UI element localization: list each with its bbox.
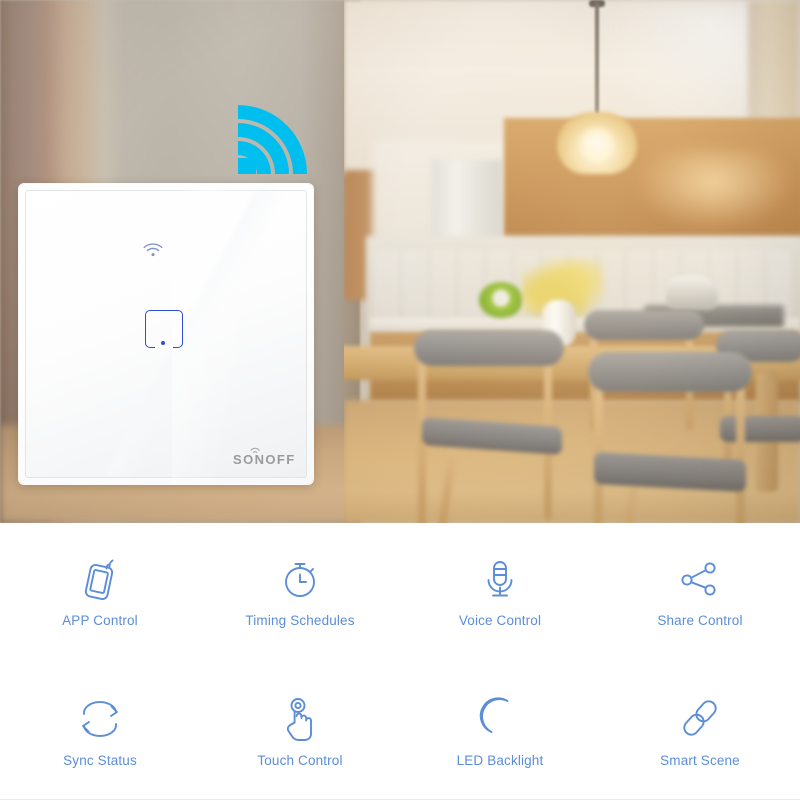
feature-item-voice-control[interactable]: Voice Control [400, 551, 600, 661]
stopwatch-icon [279, 551, 321, 607]
pendant-bulb-glow [580, 128, 614, 162]
feature-item-led-backlight[interactable]: LED Backlight [400, 691, 600, 801]
product-marketing-page: SONOFF APP Control Timing Schedules Voic… [0, 0, 800, 800]
feature-label: Smart Scene [660, 753, 740, 768]
kitchen-scene [344, 0, 800, 523]
feature-label: APP Control [62, 613, 138, 628]
feature-item-timing-schedules[interactable]: Timing Schedules [200, 551, 400, 661]
feature-label: LED Backlight [456, 753, 544, 768]
share-nodes-icon [677, 551, 723, 607]
sync-arrows-icon [76, 691, 124, 747]
green-bowl [479, 282, 523, 318]
feature-label: Share Control [657, 613, 743, 628]
svg-text:SONOFF: SONOFF [233, 452, 296, 466]
phone-signal-icon [79, 551, 121, 607]
microphone-icon [479, 551, 521, 607]
hero-photo: SONOFF [0, 0, 800, 523]
hand-tap-icon [278, 691, 322, 747]
chain-link-icon [678, 691, 722, 747]
dining-chair [404, 330, 574, 523]
dining-chair [574, 352, 764, 523]
feature-label: Touch Control [257, 753, 343, 768]
wifi-broadcast-icon [236, 98, 320, 174]
feature-label: Timing Schedules [245, 613, 355, 628]
feature-item-touch-control[interactable]: Touch Control [200, 691, 400, 801]
feature-label: Sync Status [63, 753, 137, 768]
crescent-moon-icon [479, 691, 521, 747]
feature-item-sync-status[interactable]: Sync Status [0, 691, 200, 801]
sonoff-logo-icon: SONOFF [233, 446, 309, 467]
feature-item-app-control[interactable]: APP Control [0, 551, 200, 661]
panel-gloss-reflection [171, 184, 313, 484]
feature-item-smart-scene[interactable]: Smart Scene [600, 691, 800, 801]
feature-item-share-control[interactable]: Share Control [600, 551, 800, 661]
touch-key-led-dot [161, 341, 165, 345]
wifi-indicator-icon [142, 242, 164, 258]
feature-grid: APP Control Timing Schedules Voice Contr… [0, 551, 800, 801]
pendant-cord [595, 2, 599, 114]
feature-section: APP Control Timing Schedules Voice Contr… [0, 523, 800, 800]
cabinet-light-glow [634, 150, 794, 230]
feature-label: Voice Control [458, 613, 542, 628]
kettle [666, 276, 718, 310]
